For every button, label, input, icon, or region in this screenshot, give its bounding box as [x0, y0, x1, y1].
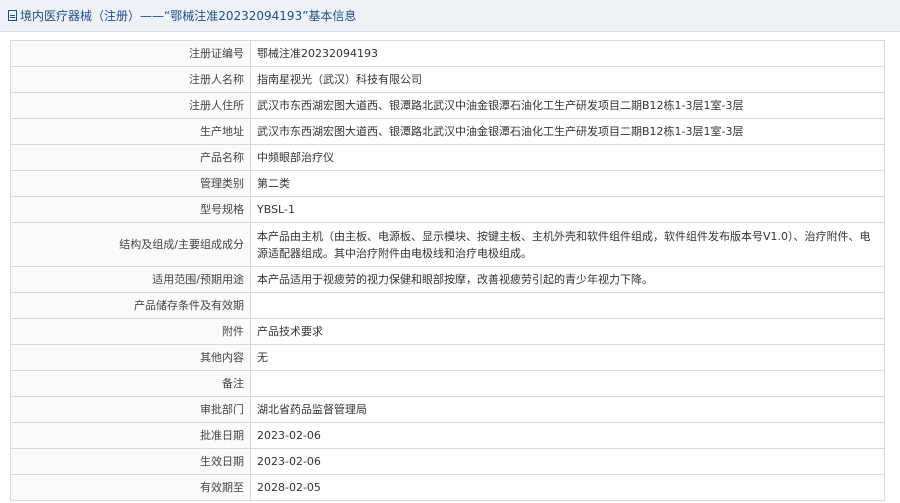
table-row: 注册人名称 指南星视光（武汉）科技有限公司	[10, 66, 885, 93]
row-value: 2028-02-05	[250, 474, 885, 501]
row-label: 适用范围/预期用途	[10, 266, 251, 293]
row-label: 结构及组成/主要组成成分	[10, 222, 251, 267]
row-value: 武汉市东西湖宏图大道西、银潭路北武汉中油金银潭石油化工生产研发项目二期B12栋1…	[250, 92, 885, 119]
row-value: YBSL-1	[250, 196, 885, 223]
row-value: 无	[250, 344, 885, 371]
row-value: 本产品适用于视疲劳的视力保健和眼部按摩，改善视疲劳引起的青少年视力下降。	[250, 266, 885, 293]
table-row: 型号规格 YBSL-1	[10, 196, 885, 223]
table-row: 批准日期 2023-02-06	[10, 422, 885, 449]
document-icon	[8, 10, 17, 21]
row-label: 型号规格	[10, 196, 251, 223]
table-row: 注册证编号 鄂械注准20232094193	[10, 40, 885, 67]
row-label: 管理类别	[10, 170, 251, 197]
row-value: 鄂械注准20232094193	[250, 40, 885, 67]
table-row: 产品名称 中频眼部治疗仪	[10, 144, 885, 171]
row-value: 武汉市东西湖宏图大道西、银潭路北武汉中油金银潭石油化工生产研发项目二期B12栋1…	[250, 118, 885, 145]
row-value: 指南星视光（武汉）科技有限公司	[250, 66, 885, 93]
table-row: 管理类别 第二类	[10, 170, 885, 197]
detail-table: 注册证编号 鄂械注准20232094193 注册人名称 指南星视光（武汉）科技有…	[10, 40, 885, 501]
page-header: 境内医疗器械（注册）——“鄂械注准20232094193”基本信息	[0, 0, 900, 32]
row-label: 注册证编号	[10, 40, 251, 67]
row-value: 湖北省药品监督管理局	[250, 396, 885, 423]
row-value: 本产品由主机（由主板、电源板、显示模块、按键主板、主机外壳和软件组件组成，软件组…	[250, 222, 885, 267]
row-label: 生效日期	[10, 448, 251, 475]
row-value: 2023-02-06	[250, 422, 885, 449]
table-row: 适用范围/预期用途 本产品适用于视疲劳的视力保健和眼部按摩，改善视疲劳引起的青少…	[10, 266, 885, 293]
row-label: 注册人住所	[10, 92, 251, 119]
detail-table-container: 注册证编号 鄂械注准20232094193 注册人名称 指南星视光（武汉）科技有…	[10, 40, 885, 501]
table-row: 注册人住所 武汉市东西湖宏图大道西、银潭路北武汉中油金银潭石油化工生产研发项目二…	[10, 92, 885, 119]
row-value: 2023-02-06	[250, 448, 885, 475]
row-label: 附件	[10, 318, 251, 345]
table-row: 审批部门 湖北省药品监督管理局	[10, 396, 885, 423]
page-title: 境内医疗器械（注册）——“鄂械注准20232094193”基本信息	[20, 9, 357, 23]
row-label: 有效期至	[10, 474, 251, 501]
table-row: 备注	[10, 370, 885, 397]
table-row: 有效期至 2028-02-05	[10, 474, 885, 501]
row-value	[250, 292, 885, 319]
row-label: 注册人名称	[10, 66, 251, 93]
row-label: 生产地址	[10, 118, 251, 145]
row-value: 第二类	[250, 170, 885, 197]
table-row: 生效日期 2023-02-06	[10, 448, 885, 475]
table-row: 生产地址 武汉市东西湖宏图大道西、银潭路北武汉中油金银潭石油化工生产研发项目二期…	[10, 118, 885, 145]
table-row: 其他内容 无	[10, 344, 885, 371]
row-label: 审批部门	[10, 396, 251, 423]
table-row: 附件 产品技术要求	[10, 318, 885, 345]
row-label: 产品储存条件及有效期	[10, 292, 251, 319]
row-label: 批准日期	[10, 422, 251, 449]
row-value	[250, 370, 885, 397]
row-label: 产品名称	[10, 144, 251, 171]
row-value: 产品技术要求	[250, 318, 885, 345]
row-label: 其他内容	[10, 344, 251, 371]
table-row: 结构及组成/主要组成成分 本产品由主机（由主板、电源板、显示模块、按键主板、主机…	[10, 222, 885, 267]
row-label: 备注	[10, 370, 251, 397]
row-value: 中频眼部治疗仪	[250, 144, 885, 171]
table-row: 产品储存条件及有效期	[10, 292, 885, 319]
